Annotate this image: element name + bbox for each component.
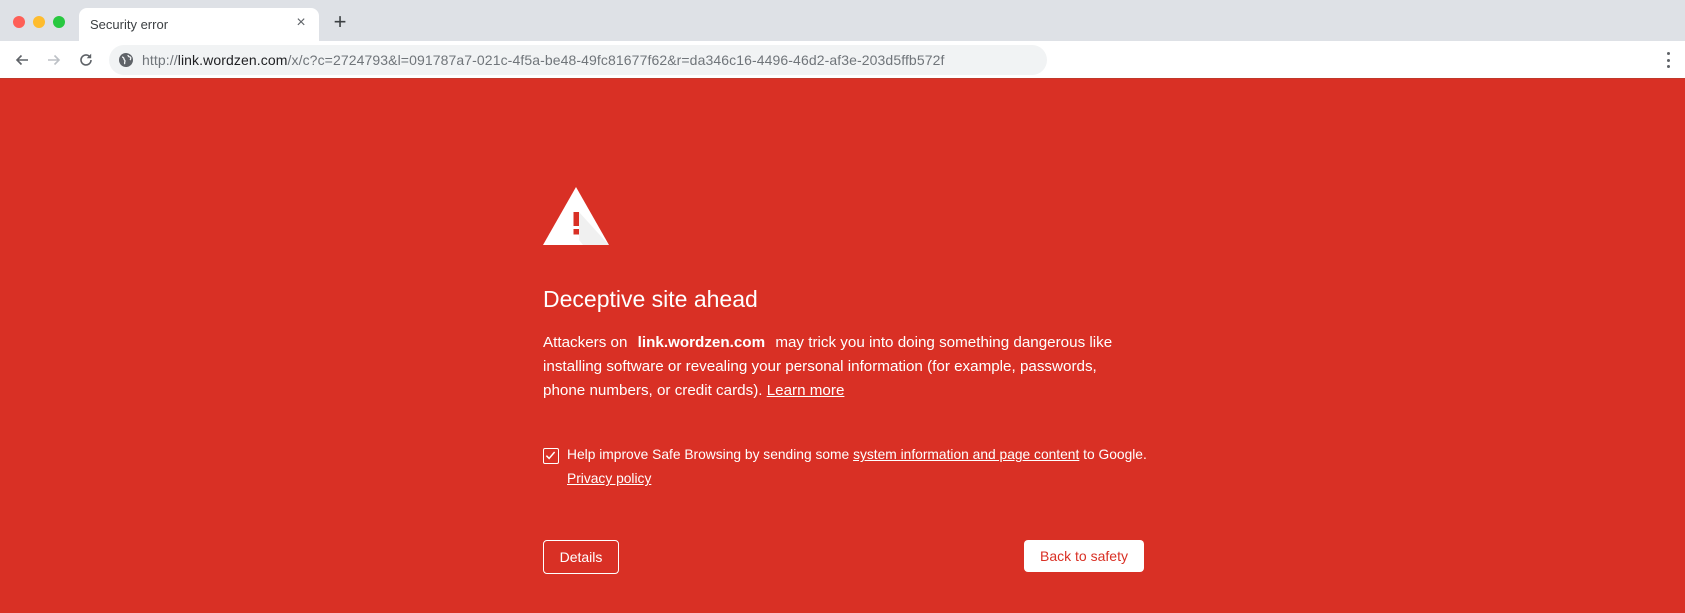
new-tab-button[interactable]: + xyxy=(330,11,350,33)
globe-icon[interactable] xyxy=(118,52,134,68)
maximize-window-button[interactable] xyxy=(53,16,65,28)
site-domain: link.wordzen.com xyxy=(637,334,766,351)
close-tab-icon[interactable]: × xyxy=(292,14,310,32)
tab-security-error[interactable]: Security error × xyxy=(79,8,319,41)
browser-menu-button[interactable] xyxy=(1665,50,1671,70)
safe-browsing-optin: Help improve Safe Browsing by sending so… xyxy=(543,443,1163,491)
optin-text-prefix: Help improve Safe Browsing by sending so… xyxy=(567,447,850,462)
back-button[interactable] xyxy=(11,49,33,71)
close-window-button[interactable] xyxy=(13,16,25,28)
tab-title: Security error xyxy=(90,17,169,32)
reload-icon xyxy=(80,53,92,66)
optin-text-suffix: to Google. xyxy=(1083,447,1147,462)
privacy-policy-link[interactable]: Privacy policy xyxy=(567,471,651,486)
tab-strip: Security error × + xyxy=(0,0,1685,41)
url-path: /x/c?c=2724793&l=091787a7-021c-4f5a-be48… xyxy=(287,52,945,68)
arrow-right-icon xyxy=(48,54,61,66)
reload-button[interactable] xyxy=(75,49,97,71)
optin-checkbox[interactable] xyxy=(543,448,559,464)
minimize-window-button[interactable] xyxy=(33,16,45,28)
explanation-prefix: Attackers on xyxy=(543,334,628,351)
page-heading: Deceptive site ahead xyxy=(543,286,758,312)
back-to-safety-button[interactable]: Back to safety xyxy=(1024,540,1144,572)
system-info-link[interactable]: system information and page content xyxy=(853,447,1079,462)
optin-label: Help improve Safe Browsing by sending so… xyxy=(567,443,1163,491)
warning-triangle-icon xyxy=(543,187,609,245)
address-bar[interactable]: http://link.wordzen.com/x/c?c=2724793&l=… xyxy=(109,45,1047,75)
url-scheme: http:// xyxy=(142,52,178,68)
learn-more-link[interactable]: Learn more xyxy=(767,382,845,399)
checkmark-icon xyxy=(545,451,556,460)
browser-toolbar: http://link.wordzen.com/x/c?c=2724793&l=… xyxy=(0,41,1685,79)
details-button[interactable]: Details xyxy=(543,540,619,574)
forward-button[interactable] xyxy=(43,49,65,71)
url-text[interactable]: http://link.wordzen.com/x/c?c=2724793&l=… xyxy=(142,52,944,68)
arrow-left-icon xyxy=(15,54,28,66)
explanation-paragraph: Attackers on link.wordzen.com may trick … xyxy=(543,331,1143,403)
url-host: link.wordzen.com xyxy=(177,52,288,68)
